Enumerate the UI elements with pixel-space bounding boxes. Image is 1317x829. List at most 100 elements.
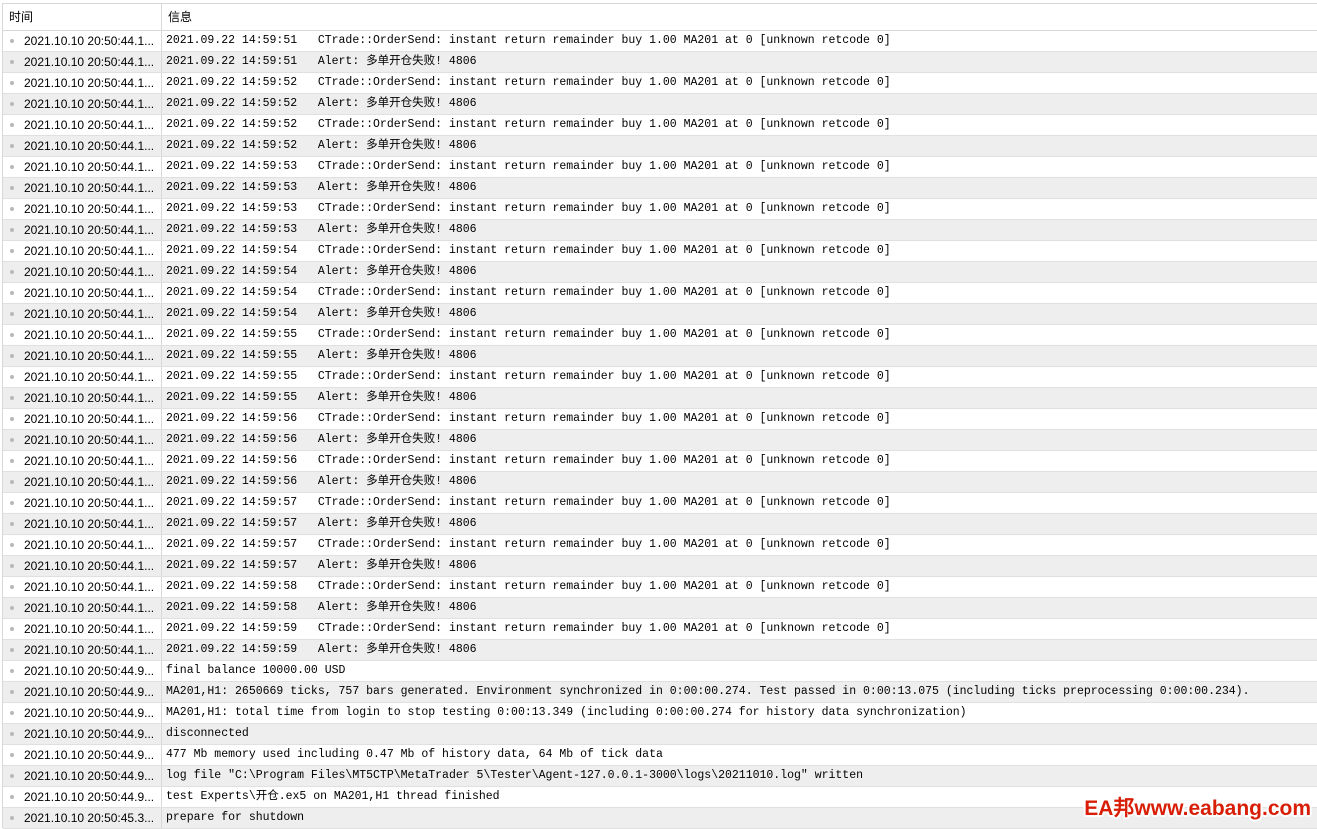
table-row[interactable]: 2021.10.10 20:50:44.1... 2021.09.22 14:59… — [3, 115, 1317, 136]
table-row[interactable]: 2021.10.10 20:50:44.1... 2021.09.22 14:59… — [3, 199, 1317, 220]
message-cell: 2021.09.22 14:59:59 Alert: 多单开仓失败! 4806 — [166, 643, 477, 656]
timestamp-text: 2021.10.10 20:50:44.1... — [24, 328, 155, 342]
timestamp-text: 2021.10.10 20:50:44.9... — [24, 727, 155, 741]
bullet-icon — [10, 606, 14, 610]
time-cell: 2021.10.10 20:50:44.1... — [3, 577, 162, 597]
table-row[interactable]: 2021.10.10 20:50:44.9... log file "C:\Pro… — [3, 766, 1317, 787]
bullet-icon — [10, 39, 14, 43]
timestamp-text: 2021.10.10 20:50:44.1... — [24, 55, 155, 69]
table-row[interactable]: 2021.10.10 20:50:44.1... 2021.09.22 14:59… — [3, 325, 1317, 346]
bullet-icon — [10, 270, 14, 274]
time-cell: 2021.10.10 20:50:44.1... — [3, 472, 162, 492]
time-cell: 2021.10.10 20:50:44.1... — [3, 283, 162, 303]
message-cell: 2021.09.22 14:59:52 Alert: 多单开仓失败! 4806 — [166, 97, 477, 110]
journal-log-table: 时间 信息 2021.10.10 20:50:44.1... 2021.09.22… — [2, 3, 1317, 829]
table-row[interactable]: 2021.10.10 20:50:44.1... 2021.09.22 14:59… — [3, 283, 1317, 304]
message-cell: 2021.09.22 14:59:56 CTrade::OrderSend: i… — [166, 412, 891, 425]
table-row[interactable]: 2021.10.10 20:50:44.1... 2021.09.22 14:59… — [3, 157, 1317, 178]
table-row[interactable]: 2021.10.10 20:50:44.1... 2021.09.22 14:59… — [3, 94, 1317, 115]
table-row[interactable]: 2021.10.10 20:50:44.1... 2021.09.22 14:59… — [3, 31, 1317, 52]
table-row[interactable]: 2021.10.10 20:50:44.1... 2021.09.22 14:59… — [3, 262, 1317, 283]
message-cell: 2021.09.22 14:59:54 CTrade::OrderSend: i… — [166, 244, 891, 257]
bullet-icon — [10, 795, 14, 799]
table-row[interactable]: 2021.10.10 20:50:44.1... 2021.09.22 14:59… — [3, 535, 1317, 556]
table-row[interactable]: 2021.10.10 20:50:44.1... 2021.09.22 14:59… — [3, 136, 1317, 157]
table-row[interactable]: 2021.10.10 20:50:44.1... 2021.09.22 14:59… — [3, 52, 1317, 73]
table-row[interactable]: 2021.10.10 20:50:44.9... 477 Mb memory us… — [3, 745, 1317, 766]
timestamp-text: 2021.10.10 20:50:44.1... — [24, 622, 155, 636]
timestamp-text: 2021.10.10 20:50:44.1... — [24, 160, 155, 174]
table-row[interactable]: 2021.10.10 20:50:44.1... 2021.09.22 14:59… — [3, 367, 1317, 388]
message-cell: 2021.09.22 14:59:58 Alert: 多单开仓失败! 4806 — [166, 601, 477, 614]
message-cell: MA201,H1: total time from login to stop … — [166, 706, 967, 719]
bullet-icon — [10, 144, 14, 148]
timestamp-text: 2021.10.10 20:50:44.1... — [24, 97, 155, 111]
message-cell: 2021.09.22 14:59:55 Alert: 多单开仓失败! 4806 — [166, 391, 477, 404]
timestamp-text: 2021.10.10 20:50:44.1... — [24, 496, 155, 510]
table-row[interactable]: 2021.10.10 20:50:44.1... 2021.09.22 14:59… — [3, 451, 1317, 472]
time-cell: 2021.10.10 20:50:44.1... — [3, 367, 162, 387]
message-cell: 2021.09.22 14:59:54 CTrade::OrderSend: i… — [166, 286, 891, 299]
message-cell: 2021.09.22 14:59:57 Alert: 多单开仓失败! 4806 — [166, 517, 477, 530]
table-row[interactable]: 2021.10.10 20:50:44.1... 2021.09.22 14:59… — [3, 388, 1317, 409]
time-cell: 2021.10.10 20:50:44.9... — [3, 703, 162, 723]
timestamp-text: 2021.10.10 20:50:44.9... — [24, 769, 155, 783]
table-row[interactable]: 2021.10.10 20:50:44.1... 2021.09.22 14:59… — [3, 178, 1317, 199]
timestamp-text: 2021.10.10 20:50:44.1... — [24, 433, 155, 447]
table-row[interactable]: 2021.10.10 20:50:44.1... 2021.09.22 14:59… — [3, 346, 1317, 367]
table-row[interactable]: 2021.10.10 20:50:44.1... 2021.09.22 14:59… — [3, 556, 1317, 577]
time-cell: 2021.10.10 20:50:44.1... — [3, 304, 162, 324]
bullet-icon — [10, 627, 14, 631]
timestamp-text: 2021.10.10 20:50:44.9... — [24, 685, 155, 699]
log-header: 时间 信息 — [3, 4, 1317, 31]
table-row[interactable]: 2021.10.10 20:50:44.1... 2021.09.22 14:59… — [3, 514, 1317, 535]
bullet-icon — [10, 81, 14, 85]
table-row[interactable]: 2021.10.10 20:50:44.1... 2021.09.22 14:59… — [3, 409, 1317, 430]
table-row[interactable]: 2021.10.10 20:50:44.9... MA201,H1: total … — [3, 703, 1317, 724]
time-cell: 2021.10.10 20:50:44.1... — [3, 493, 162, 513]
message-cell: log file "C:\Program Files\MT5CTP\MetaTr… — [166, 769, 864, 782]
table-row[interactable]: 2021.10.10 20:50:44.1... 2021.09.22 14:59… — [3, 577, 1317, 598]
message-cell: 2021.09.22 14:59:57 Alert: 多单开仓失败! 4806 — [166, 559, 477, 572]
message-cell: 2021.09.22 14:59:53 CTrade::OrderSend: i… — [166, 202, 891, 215]
message-cell: 2021.09.22 14:59:52 CTrade::OrderSend: i… — [166, 118, 891, 131]
message-column-header[interactable]: 信息 — [162, 4, 1317, 30]
timestamp-text: 2021.10.10 20:50:44.1... — [24, 244, 155, 258]
table-row[interactable]: 2021.10.10 20:50:44.1... 2021.09.22 14:59… — [3, 73, 1317, 94]
table-row[interactable]: 2021.10.10 20:50:44.1... 2021.09.22 14:59… — [3, 493, 1317, 514]
table-row[interactable]: 2021.10.10 20:50:44.1... 2021.09.22 14:59… — [3, 472, 1317, 493]
table-row[interactable]: 2021.10.10 20:50:44.9... disconnected — [3, 724, 1317, 745]
bullet-icon — [10, 459, 14, 463]
timestamp-text: 2021.10.10 20:50:44.1... — [24, 223, 155, 237]
time-cell: 2021.10.10 20:50:44.9... — [3, 787, 162, 807]
bullet-icon — [10, 480, 14, 484]
timestamp-text: 2021.10.10 20:50:44.1... — [24, 559, 155, 573]
timestamp-text: 2021.10.10 20:50:44.9... — [24, 748, 155, 762]
message-cell: 2021.09.22 14:59:52 Alert: 多单开仓失败! 4806 — [166, 139, 477, 152]
bullet-icon — [10, 312, 14, 316]
message-cell: 2021.09.22 14:59:56 CTrade::OrderSend: i… — [166, 454, 891, 467]
table-row[interactable]: 2021.10.10 20:50:44.1... 2021.09.22 14:59… — [3, 220, 1317, 241]
timestamp-text: 2021.10.10 20:50:44.1... — [24, 580, 155, 594]
time-cell: 2021.10.10 20:50:44.9... — [3, 724, 162, 744]
time-cell: 2021.10.10 20:50:44.1... — [3, 535, 162, 555]
timestamp-text: 2021.10.10 20:50:44.1... — [24, 391, 155, 405]
table-row[interactable]: 2021.10.10 20:50:44.9... MA201,H1: 265066… — [3, 682, 1317, 703]
time-column-header[interactable]: 时间 — [3, 4, 162, 30]
table-row[interactable]: 2021.10.10 20:50:44.1... 2021.09.22 14:59… — [3, 304, 1317, 325]
table-row[interactable]: 2021.10.10 20:50:44.1... 2021.09.22 14:59… — [3, 640, 1317, 661]
bullet-icon — [10, 543, 14, 547]
bullet-icon — [10, 438, 14, 442]
table-row[interactable]: 2021.10.10 20:50:44.1... 2021.09.22 14:59… — [3, 619, 1317, 640]
table-row[interactable]: 2021.10.10 20:50:44.1... 2021.09.22 14:59… — [3, 241, 1317, 262]
table-row[interactable]: 2021.10.10 20:50:44.1... 2021.09.22 14:59… — [3, 598, 1317, 619]
table-row[interactable]: 2021.10.10 20:50:44.1... 2021.09.22 14:59… — [3, 430, 1317, 451]
time-cell: 2021.10.10 20:50:44.9... — [3, 766, 162, 786]
bullet-icon — [10, 417, 14, 421]
timestamp-text: 2021.10.10 20:50:44.1... — [24, 181, 155, 195]
message-cell: 2021.09.22 14:59:55 Alert: 多单开仓失败! 4806 — [166, 349, 477, 362]
timestamp-text: 2021.10.10 20:50:44.1... — [24, 643, 155, 657]
time-cell: 2021.10.10 20:50:44.1... — [3, 325, 162, 345]
table-row[interactable]: 2021.10.10 20:50:44.9... final balance 10… — [3, 661, 1317, 682]
message-cell: final balance 10000.00 USD — [166, 664, 346, 677]
